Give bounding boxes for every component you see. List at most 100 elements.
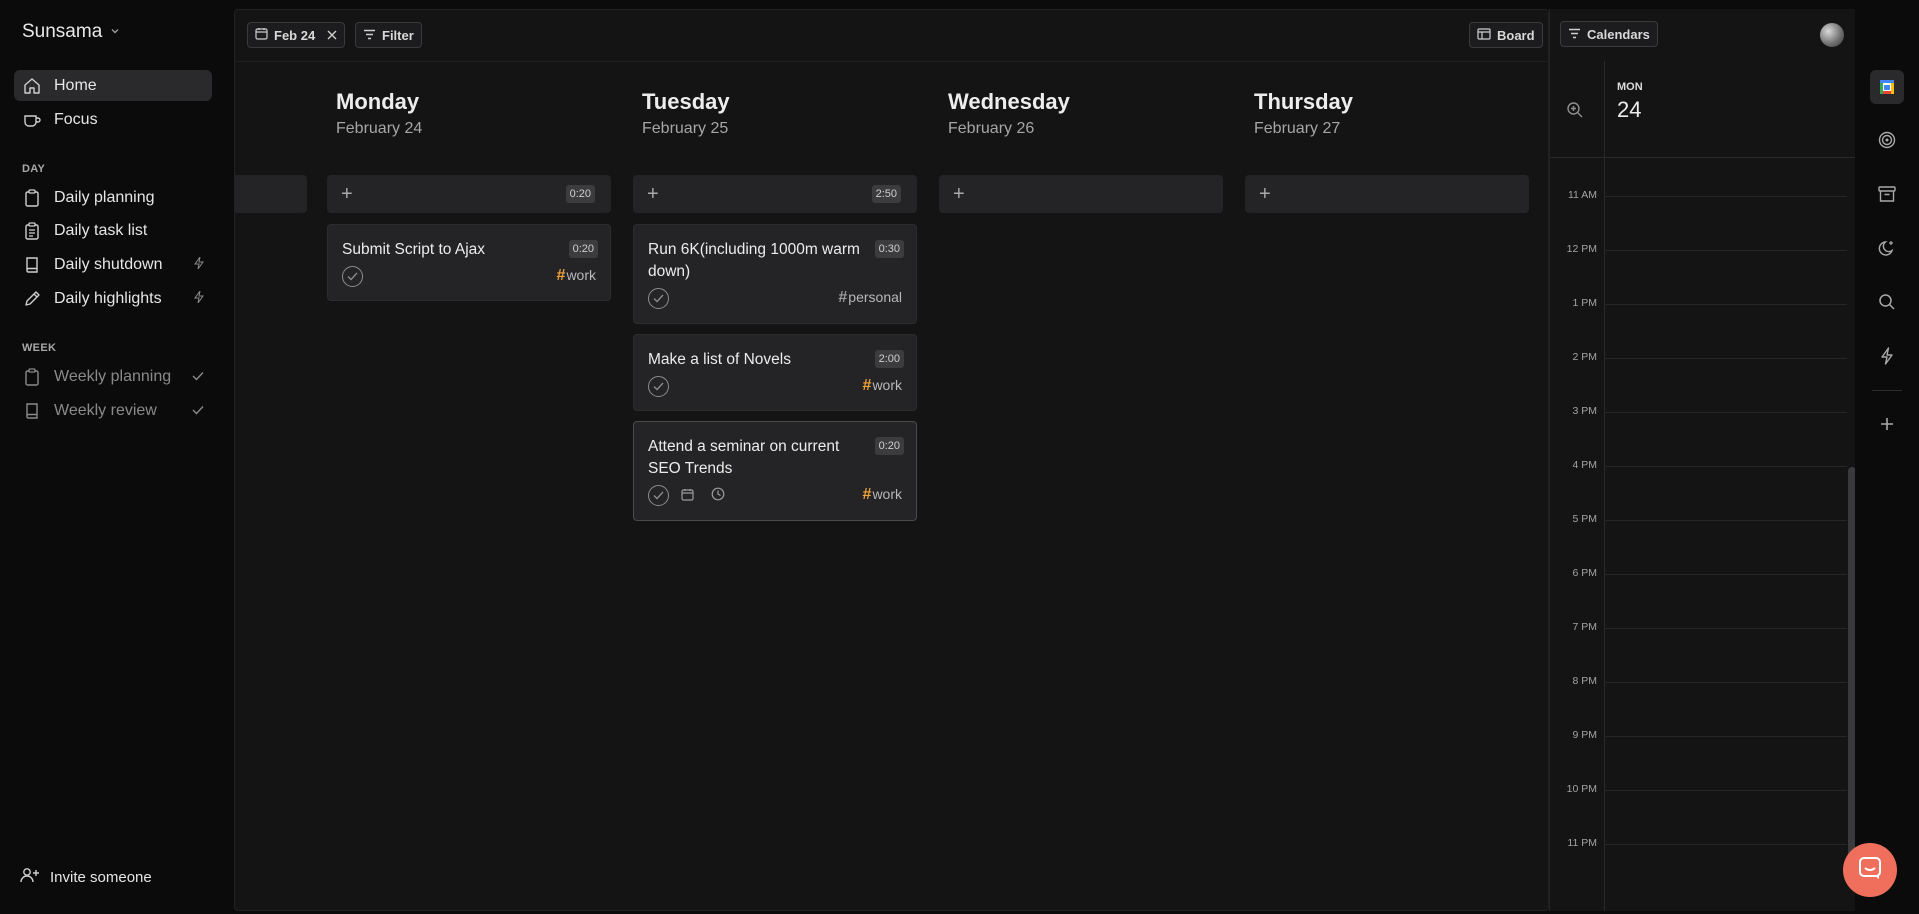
hour-row: 11 PM <box>1550 837 1847 849</box>
hour-gridline <box>1604 466 1847 467</box>
task-title: Attend a seminar on current SEO Trends <box>648 438 840 477</box>
hour-row: 6 PM <box>1550 567 1847 579</box>
support-chat-button[interactable] <box>1843 843 1897 897</box>
calendar-icon <box>255 27 268 43</box>
complete-task-checkbox[interactable] <box>648 376 669 397</box>
zoom-in-icon[interactable] <box>1566 101 1584 124</box>
sidebar-item-weekly-planning[interactable]: Weekly planning <box>14 361 212 392</box>
calendars-button[interactable]: Calendars <box>1560 21 1658 47</box>
book-icon <box>22 401 42 421</box>
search-icon[interactable] <box>1870 285 1904 319</box>
sidebar-item-label: Focus <box>54 110 98 128</box>
invite-someone-button[interactable]: Invite someone <box>20 867 152 887</box>
sidebar-item-weekly-review[interactable]: Weekly review <box>14 395 212 426</box>
hour-label: 6 PM <box>1572 567 1597 579</box>
task-card[interactable]: Run 6K(including 1000m warm down) 0:30 #… <box>633 224 917 324</box>
sidebar-item-label: Home <box>54 76 97 94</box>
task-title: Make a list of Novels <box>648 351 791 368</box>
add-task-button[interactable]: + <box>1245 175 1529 213</box>
task-card[interactable]: Attend a seminar on current SEO Trends 0… <box>633 421 917 521</box>
calendar-panel: Calendars MON 24 11 AM 12 PM 1 PM 2 PM 3… <box>1549 9 1855 911</box>
board-icon <box>1477 27 1491 43</box>
task-duration: 0:20 <box>874 437 904 455</box>
section-label-week: WEEK <box>22 342 57 354</box>
chat-icon <box>1858 856 1882 885</box>
sidebar-item-daily-task-list[interactable]: Daily task list <box>14 215 212 246</box>
day-name: Thursday <box>1254 89 1354 114</box>
hour-gridline <box>1604 790 1847 791</box>
calendar-toolbar: Calendars <box>1550 9 1855 61</box>
sidebar-item-daily-shutdown[interactable]: Daily shutdown <box>14 249 212 280</box>
task-tag-label: work <box>872 377 902 393</box>
complete-task-checkbox[interactable] <box>342 266 363 287</box>
workspace-switcher[interactable]: Sunsama <box>22 21 120 43</box>
board-label: Board <box>1497 27 1535 43</box>
add-user-icon <box>20 867 40 887</box>
task-tag[interactable]: #work <box>557 267 596 285</box>
add-task-button[interactable]: + 2:50 <box>633 175 917 213</box>
plus-icon: + <box>341 182 353 205</box>
plus-icon: + <box>1259 182 1271 205</box>
hour-gridline <box>1604 520 1847 521</box>
hour-row: 8 PM <box>1550 675 1847 687</box>
bolt-icon[interactable] <box>1870 339 1904 373</box>
hashtag-icon: # <box>862 486 872 503</box>
task-title: Run 6K(including 1000m warm down) <box>648 241 860 280</box>
archive-icon[interactable] <box>1870 177 1904 211</box>
complete-task-checkbox[interactable] <box>648 288 669 309</box>
hashtag-icon: # <box>556 267 566 284</box>
hour-row: 12 PM <box>1550 243 1847 255</box>
hour-label: 3 PM <box>1572 405 1597 417</box>
hour-row: 7 PM <box>1550 621 1847 633</box>
day-date: February 27 <box>1254 120 1341 137</box>
bolt-icon <box>194 256 204 272</box>
hour-gridline <box>1604 250 1847 251</box>
hour-label: 7 PM <box>1572 621 1597 633</box>
task-tag[interactable]: #work <box>863 486 902 504</box>
moon-icon[interactable] <box>1870 231 1904 265</box>
board-toolbar: Feb 24 Filter Board <box>235 10 1548 62</box>
board-view-button[interactable]: Board <box>1469 22 1543 48</box>
hour-row: 4 PM <box>1550 459 1847 471</box>
day-date: February 25 <box>642 120 729 137</box>
calendar-header: MON 24 <box>1550 61 1855 158</box>
plus-icon[interactable] <box>1870 407 1904 441</box>
checkmark-icon <box>192 403 204 418</box>
hour-label: 5 PM <box>1572 513 1597 525</box>
add-task-button[interactable]: + <box>939 175 1223 213</box>
hour-label: 12 PM <box>1566 243 1597 255</box>
hour-row: 1 PM <box>1550 297 1847 309</box>
pen-icon <box>22 289 42 309</box>
add-task-button[interactable]: + 0:20 <box>327 175 611 213</box>
hour-label: 10 PM <box>1566 783 1597 795</box>
day-date: February 24 <box>336 120 423 137</box>
sidebar-item-focus[interactable]: Focus <box>14 104 212 135</box>
home-icon <box>22 76 42 96</box>
task-card[interactable]: Make a list of Novels 2:00 #work <box>633 334 917 411</box>
filter-icon <box>363 28 376 43</box>
task-card[interactable]: Submit Script to Ajax 0:20 #work <box>327 224 611 301</box>
day-date: February 26 <box>948 120 1035 137</box>
sidebar-item-daily-highlights[interactable]: Daily highlights <box>14 283 212 314</box>
sidebar-item-daily-planning[interactable]: Daily planning <box>14 182 212 213</box>
close-icon[interactable] <box>327 28 337 43</box>
sidebar-item-home[interactable]: Home <box>14 70 212 101</box>
date-filter-chip[interactable]: Feb 24 <box>247 22 346 48</box>
calendar-icon[interactable] <box>681 488 694 501</box>
target-icon[interactable] <box>1870 123 1904 157</box>
clipboard-icon <box>22 367 42 387</box>
clock-icon[interactable] <box>711 487 725 501</box>
task-tag[interactable]: #personal <box>838 289 902 307</box>
hour-gridline <box>1604 412 1847 413</box>
board: Feb 24 Filter Board Monday February 24 +… <box>234 9 1549 911</box>
filter-button[interactable]: Filter <box>355 22 422 48</box>
sidebar-item-label: Daily task list <box>54 221 148 239</box>
hashtag-icon: # <box>862 377 872 394</box>
complete-task-checkbox[interactable] <box>648 485 669 506</box>
task-tag[interactable]: #work <box>863 377 902 395</box>
hour-label: 8 PM <box>1572 675 1597 687</box>
avatar[interactable] <box>1820 23 1844 47</box>
calendar-scrollbar[interactable] <box>1848 467 1855 867</box>
previous-day-add-task[interactable] <box>235 175 307 213</box>
google-calendar-icon[interactable] <box>1870 70 1904 104</box>
